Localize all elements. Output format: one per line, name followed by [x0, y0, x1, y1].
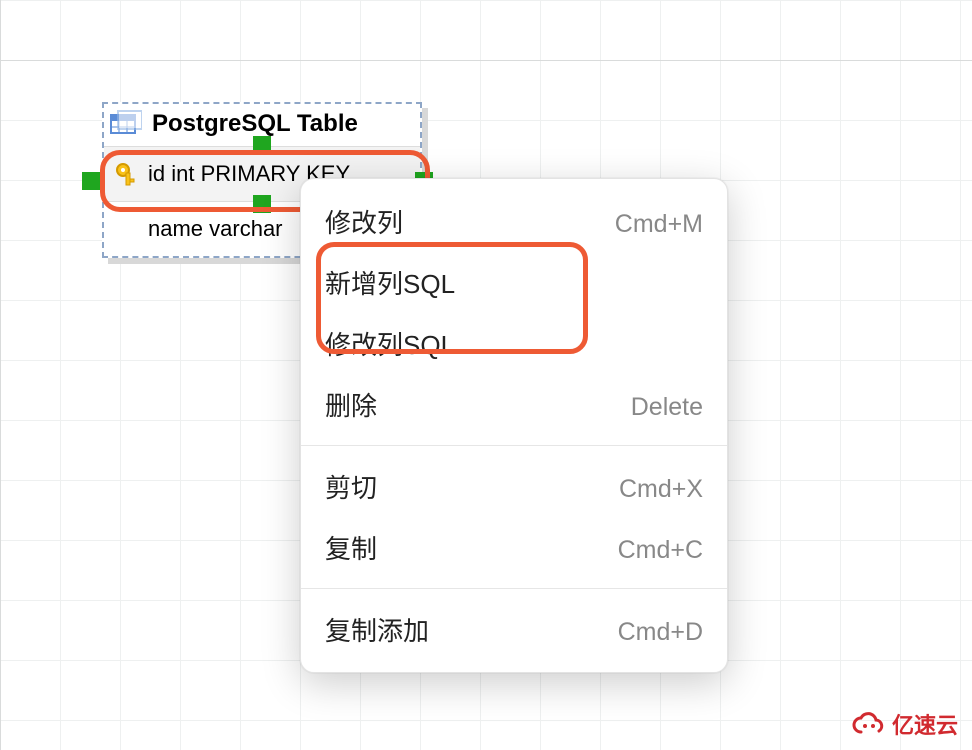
context-menu: 修改列 Cmd+M 新增列SQL 修改列SQL 删除 Delete 剪切 Cmd… [300, 178, 728, 673]
menu-item-copy[interactable]: 复制 Cmd+C [301, 517, 727, 578]
menu-label: 新增列SQL [325, 264, 455, 301]
resize-handle-left[interactable] [82, 172, 100, 190]
primary-key-icon [114, 161, 140, 187]
menu-shortcut: Delete [631, 393, 703, 422]
watermark: 亿速云 [852, 708, 958, 740]
menu-label: 修改列 [325, 203, 403, 240]
menu-separator [301, 588, 727, 589]
resize-handle-bottom[interactable] [253, 195, 271, 213]
menu-label: 复制 [325, 529, 377, 566]
table-title: PostgreSQL Table [152, 110, 358, 138]
menu-item-edit-column[interactable]: 修改列 Cmd+M [301, 191, 727, 252]
menu-shortcut: Cmd+D [618, 618, 703, 647]
column-definition: name varchar [148, 216, 283, 242]
menu-label: 删除 [325, 386, 377, 423]
menu-shortcut: Cmd+X [619, 475, 703, 504]
menu-item-add-column-sql[interactable]: 新增列SQL [301, 252, 727, 313]
resize-handle-top[interactable] [253, 136, 271, 154]
cloud-icon [852, 712, 886, 736]
menu-item-delete[interactable]: 删除 Delete [301, 374, 727, 435]
menu-shortcut: Cmd+M [615, 210, 703, 239]
menu-item-cut[interactable]: 剪切 Cmd+X [301, 456, 727, 517]
menu-item-copy-add[interactable]: 复制添加 Cmd+D [301, 599, 727, 660]
watermark-text: 亿速云 [892, 708, 958, 740]
menu-label: 复制添加 [325, 611, 429, 648]
table-icon [110, 110, 142, 138]
menu-label: 剪切 [325, 468, 377, 505]
menu-label: 修改列SQL [325, 325, 455, 362]
menu-separator [301, 445, 727, 446]
menu-shortcut: Cmd+C [618, 536, 703, 565]
menu-item-edit-column-sql[interactable]: 修改列SQL [301, 313, 727, 374]
